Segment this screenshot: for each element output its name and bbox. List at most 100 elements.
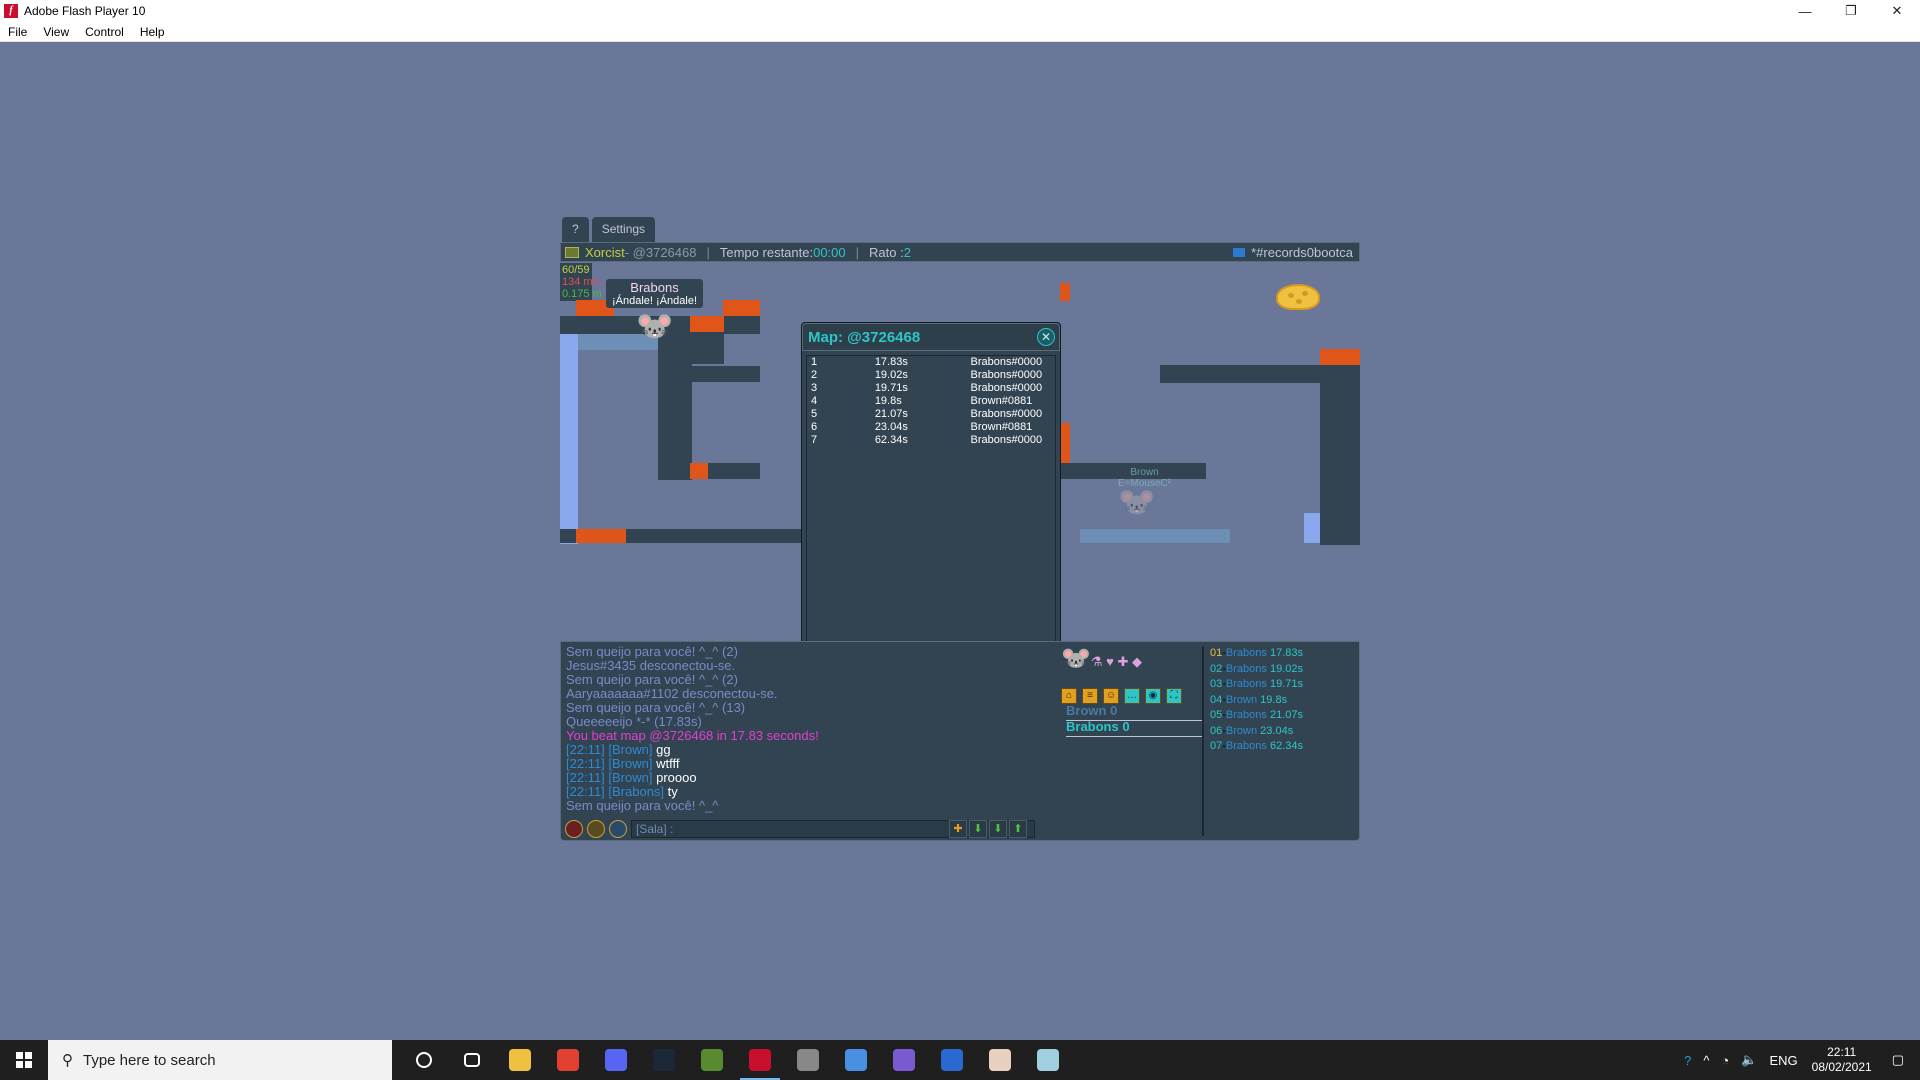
chat-text: You beat map @3726468 in 17.83 seconds! — [566, 728, 819, 743]
down-arrow-icon-2[interactable]: ⬇ — [989, 820, 1007, 838]
fullscreen-icon[interactable]: ⛶ — [1166, 688, 1182, 704]
record-rank: 7 — [811, 434, 818, 446]
menu-control[interactable]: Control — [77, 25, 132, 39]
ranking-pos: 05 — [1210, 709, 1223, 721]
record-row: 5 21.07s Brabons#0000 — [807, 408, 1055, 421]
clock-date: 08/02/2021 — [1811, 1060, 1872, 1074]
record-player: Brabons#0000 — [970, 408, 1043, 420]
volume-icon[interactable]: 🔈 — [1741, 1052, 1757, 1068]
ranking-time: 21.07s — [1269, 709, 1303, 721]
score-brabons: Brabons 0 — [1066, 719, 1130, 734]
heart-icon[interactable] — [565, 820, 583, 838]
mice-value: 2 — [903, 244, 911, 260]
search-box[interactable]: ⚲ Type here to search — [48, 1040, 392, 1080]
shop-icon[interactable]: ⌂ — [1061, 688, 1077, 704]
list-icon[interactable]: ≡ — [1082, 688, 1098, 704]
menu-help[interactable]: Help — [132, 25, 173, 39]
ranking-time: 19.8s — [1260, 693, 1288, 706]
chat-log: Sem queijo para você! ^_^ (2) Jesus#3435 … — [566, 645, 1046, 813]
record-time: 23.04s — [874, 421, 908, 433]
chevron-up-icon[interactable]: ^ — [1703, 1053, 1709, 1068]
minecraft-icon[interactable] — [688, 1040, 736, 1080]
records-table: 1 17.83s Brabons#0000 2 19.02s Brabons#0000 3 1… — [806, 355, 1056, 641]
cheese-icon — [1276, 284, 1320, 310]
ranking-name: Brown — [1225, 693, 1258, 706]
record-row: 7 62.34s Brabons#0000 — [807, 434, 1055, 447]
lag-counter: 0.175 m — [562, 288, 602, 300]
menu-icons: 🐭⚗ ♥ ✚ ◆ ⌂ ≡ ☺ … ◉ ⛶ — [1061, 644, 1191, 704]
file-explorer-icon[interactable] — [496, 1040, 544, 1080]
notes-icon[interactable] — [1024, 1040, 1072, 1080]
close-icon[interactable]: ✕ — [1037, 328, 1055, 346]
search-placeholder: Type here to search — [83, 1051, 216, 1069]
ranking-pos: 02 — [1210, 662, 1223, 675]
help-tab[interactable]: ? — [562, 217, 589, 242]
discord-icon[interactable] — [592, 1040, 640, 1080]
settings-tab[interactable]: Settings — [591, 217, 656, 242]
cortana-icon[interactable] — [400, 1040, 448, 1080]
game-topbar: Xorcist - @3726468 | Tempo restante: 00:… — [560, 242, 1360, 262]
chat-text: proooo — [656, 770, 697, 785]
record-player: Brabons#0000 — [970, 382, 1043, 394]
up-arrow-icon[interactable]: ⬆ — [1009, 820, 1027, 838]
popup-title: Map: @3726468 — [808, 328, 921, 346]
bottom-panel: Sem queijo para você! ^_^ (2) Jesus#3435 … — [560, 641, 1360, 841]
chat-line: Queeeeeijo *-* (17.83s) — [566, 715, 1046, 729]
task-view-icon[interactable] — [448, 1040, 496, 1080]
down-arrow-icon[interactable]: ⬇ — [969, 820, 987, 838]
help-icon[interactable]: ? — [1684, 1053, 1691, 1068]
ranking-name: Brabons — [1225, 678, 1267, 690]
chat-icon[interactable]: … — [1124, 688, 1140, 704]
window-titlebar: f Adobe Flash Player 10 — ❐ ✕ — [0, 0, 1920, 22]
game-map[interactable]: 60/59 134 mo 0.175 m Brabons ¡Ándale! ¡Á… — [560, 263, 1360, 641]
clock-time: 22:11 — [1827, 1045, 1857, 1059]
ranking-pos: 03 — [1210, 678, 1223, 690]
anime-icon[interactable] — [976, 1040, 1024, 1080]
restore-button[interactable]: ❐ — [1828, 0, 1874, 22]
ranking-pos: 04 — [1210, 693, 1223, 706]
records-popup: Map: @3726468 ✕ 1 17.83s Brabons#0000 2 19.0… — [801, 322, 1061, 641]
minimize-button[interactable]: — — [1782, 0, 1828, 22]
ranking-item: 04-Brown 19.8s — [1210, 693, 1288, 706]
discord-icon[interactable]: ◉ — [1145, 688, 1161, 704]
score-brown: Brown 0 — [1066, 703, 1118, 718]
chat-text: Sem queijo para você! ^_^ — [566, 798, 719, 813]
record-time: 19.71s — [874, 382, 908, 394]
chrome-icon[interactable] — [544, 1040, 592, 1080]
menu-file[interactable]: File — [0, 25, 35, 39]
chat-prefix: [22:11] [Brown] — [566, 770, 657, 785]
record-row: 1 17.83s Brabons#0000 — [807, 356, 1055, 369]
app-icon[interactable] — [832, 1040, 880, 1080]
ranking-list: 01-Brabons 17.83s 02-Brabons 19.02s 03-Bra… — [1210, 646, 1303, 755]
windows-icon — [16, 1052, 32, 1068]
flash-icon[interactable] — [736, 1040, 784, 1080]
ranking-pos: 07 — [1210, 740, 1223, 752]
friends-icon[interactable] — [609, 820, 627, 838]
avatar[interactable]: 🐭⚗ ♥ ✚ ◆ — [1061, 644, 1191, 684]
tribe-icon[interactable] — [587, 820, 605, 838]
chat-line: You beat map @3726468 in 17.83 seconds! — [566, 729, 1046, 743]
ranking-item: 01-Brabons 17.83s — [1210, 647, 1303, 659]
profile-icon[interactable]: ☺ — [1103, 688, 1119, 704]
start-button[interactable] — [0, 1040, 48, 1080]
player-name: Xorcist — [585, 244, 625, 260]
language-indicator[interactable]: ENG — [1769, 1053, 1797, 1068]
vs-icon[interactable] — [928, 1040, 976, 1080]
plus-icon[interactable]: ✚ — [949, 820, 967, 838]
chat-line: Jesus#3435 desconectou-se. — [566, 659, 1046, 673]
notification-icon[interactable]: ▢ — [1892, 1052, 1904, 1068]
obs-icon-2[interactable] — [880, 1040, 928, 1080]
chat-line: Sem queijo para você! ^_^ (2) — [566, 673, 1046, 687]
clock[interactable]: 22:11 08/02/2021 — [1812, 1045, 1872, 1075]
system-tray: ? ^ ◔ 🔈 ENG 22:11 08/02/2021 ▢ — [1678, 1040, 1920, 1080]
game-area[interactable]: ? Settings Xorcist - @3726468 | Tempo re… — [560, 217, 1360, 841]
obs-icon[interactable] — [784, 1040, 832, 1080]
record-time: 62.34s — [874, 434, 908, 446]
network-icon[interactable]: ◔ — [1721, 1053, 1729, 1068]
menu-view[interactable]: View — [35, 25, 77, 39]
close-button[interactable]: ✕ — [1874, 0, 1920, 22]
record-rank: 2 — [811, 369, 818, 381]
steam-icon[interactable] — [640, 1040, 688, 1080]
ranking-name: Brabons — [1225, 709, 1267, 721]
ranking-time: 62.34s — [1269, 740, 1303, 752]
